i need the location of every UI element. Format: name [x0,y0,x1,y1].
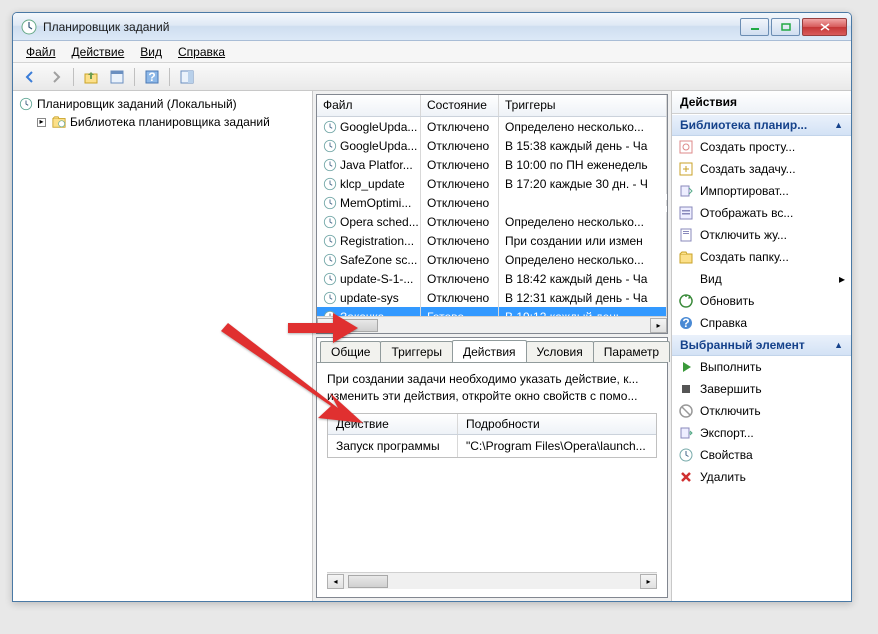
selected-item[interactable]: Удалить [672,466,851,488]
selected-item[interactable] [672,488,851,510]
tabs: Общие Триггеры Действия Условия Параметр [317,338,667,362]
toolbar: ? [13,63,851,91]
table-row[interactable]: SafeZone sc...ОтключеноОпределено нескол… [317,250,667,269]
menu-file[interactable]: Файл [19,43,63,61]
maximize-button[interactable] [771,18,800,36]
minimize-button[interactable] [740,18,769,36]
clock-icon [19,97,33,111]
tree-library[interactable]: ▸ Библиотека планировщика заданий [13,113,312,131]
selected-item[interactable]: Экспорт... [672,422,851,444]
section-library[interactable]: Библиотека планир...▲ [672,114,851,136]
col-action[interactable]: Действие [328,414,458,434]
task-scheduler-window: Планировщик заданий Файл Действие Вид Сп… [12,12,852,602]
library-item[interactable]: Создать просту... [672,136,851,158]
table-row[interactable]: Java Platfor...ОтключеноВ 10:00 по ПН еж… [317,155,667,174]
scroll-left-button[interactable]: ◂ [327,574,344,589]
library-item[interactable]: Вид▸ [672,268,851,290]
actions-panel-title: Действия [672,91,851,114]
nav-back-button[interactable] [19,66,41,88]
nav-forward-button[interactable] [45,66,67,88]
tab-params[interactable]: Параметр [593,341,670,362]
svg-text:?: ? [682,316,689,330]
col-triggers[interactable]: Триггеры [499,95,667,116]
scroll-right-button[interactable]: ▸ [640,574,657,589]
help-button[interactable]: ? [141,66,163,88]
selected-item[interactable]: Завершить [672,378,851,400]
titlebar[interactable]: Планировщик заданий [13,13,851,41]
library-item[interactable]: Создать папку... [672,246,851,268]
tree-panel: Планировщик заданий (Локальный) ▸ Библио… [13,91,313,601]
task-list: Файл Состояние Триггеры GoogleUpda...Отк… [316,94,668,334]
detail-panel: Общие Триггеры Действия Условия Параметр… [316,337,668,598]
selected-item[interactable]: Свойства [672,444,851,466]
scroll-thumb[interactable] [348,575,388,588]
table-row[interactable]: update-sysОтключеноВ 12:31 каждый день -… [317,288,667,307]
table-row[interactable]: klcp_updateОтключеноВ 17:20 каждые 30 дн… [317,174,667,193]
library-item[interactable]: Обновить [672,290,851,312]
properties-button[interactable] [106,66,128,88]
tab-conditions[interactable]: Условия [526,341,594,362]
expand-icon[interactable]: ▸ [37,118,46,127]
library-item[interactable]: Импортироват... [672,180,851,202]
scroll-left-button[interactable]: ◂ [317,318,334,333]
tab-general[interactable]: Общие [320,341,381,362]
menu-action[interactable]: Действие [65,43,132,61]
content-area: Планировщик заданий (Локальный) ▸ Библио… [13,91,851,601]
table-row[interactable]: GoogleUpda...ОтключеноВ 15:38 каждый ден… [317,136,667,155]
menu-view[interactable]: Вид [133,43,169,61]
actions-panel: Действия Библиотека планир...▲ Создать п… [671,91,851,601]
tab-content: При создании задачи необходимо указать д… [317,362,667,597]
tab-actions[interactable]: Действия [452,340,527,362]
list-body[interactable]: GoogleUpda...ОтключеноОпределено несколь… [317,117,667,316]
svg-text:?: ? [148,70,155,84]
menu-help[interactable]: Справка [171,43,232,61]
list-header: Файл Состояние Триггеры [317,95,667,117]
table-row[interactable]: ЗакачкаГотовоВ 19:12 каждый день [317,307,667,316]
col-details[interactable]: Подробности [458,414,656,434]
show-actions-pane-button[interactable] [176,66,198,88]
middle-panel: Файл Состояние Триггеры GoogleUpda...Отк… [313,91,671,601]
scroll-right-button[interactable]: ▸ [650,318,667,333]
window-title: Планировщик заданий [43,20,740,34]
table-row[interactable]: Registration...ОтключеноПри создании или… [317,231,667,250]
action-table: Действие Подробности Запуск программы "C… [327,413,657,458]
table-row[interactable]: MemOptimi...Отключено [317,193,667,212]
section-selected[interactable]: Выбранный элемент▲ [672,334,851,356]
menubar: Файл Действие Вид Справка [13,41,851,63]
close-button[interactable] [802,18,847,36]
up-level-button[interactable] [80,66,102,88]
library-item[interactable]: Создать задачу... [672,158,851,180]
library-item[interactable]: Отключить жу... [672,224,851,246]
col-state[interactable]: Состояние [421,95,499,116]
table-row[interactable]: GoogleUpda...ОтключеноОпределено несколь… [317,117,667,136]
table-row[interactable]: update-S-1-...ОтключеноВ 18:42 каждый де… [317,269,667,288]
col-file[interactable]: Файл [317,95,421,116]
library-item[interactable]: ?Справка [672,312,851,334]
library-icon [52,115,66,129]
app-clock-icon [21,19,37,35]
tab-triggers[interactable]: Триггеры [380,341,453,362]
scroll-thumb[interactable] [338,319,378,332]
selected-item[interactable]: Отключить [672,400,851,422]
action-row[interactable]: Запуск программы "C:\Program Files\Opera… [328,435,656,457]
description-text: При создании задачи необходимо указать д… [327,371,657,405]
selected-item[interactable]: Выполнить [672,356,851,378]
detail-scrollbar[interactable]: ◂ ▸ [327,572,657,589]
tree-root[interactable]: Планировщик заданий (Локальный) [13,95,312,113]
library-item[interactable]: Отображать вс... [672,202,851,224]
table-row[interactable]: Opera sched...ОтключеноОпределено нескол… [317,212,667,231]
horizontal-scrollbar[interactable]: ◂ ▸ [317,316,667,333]
